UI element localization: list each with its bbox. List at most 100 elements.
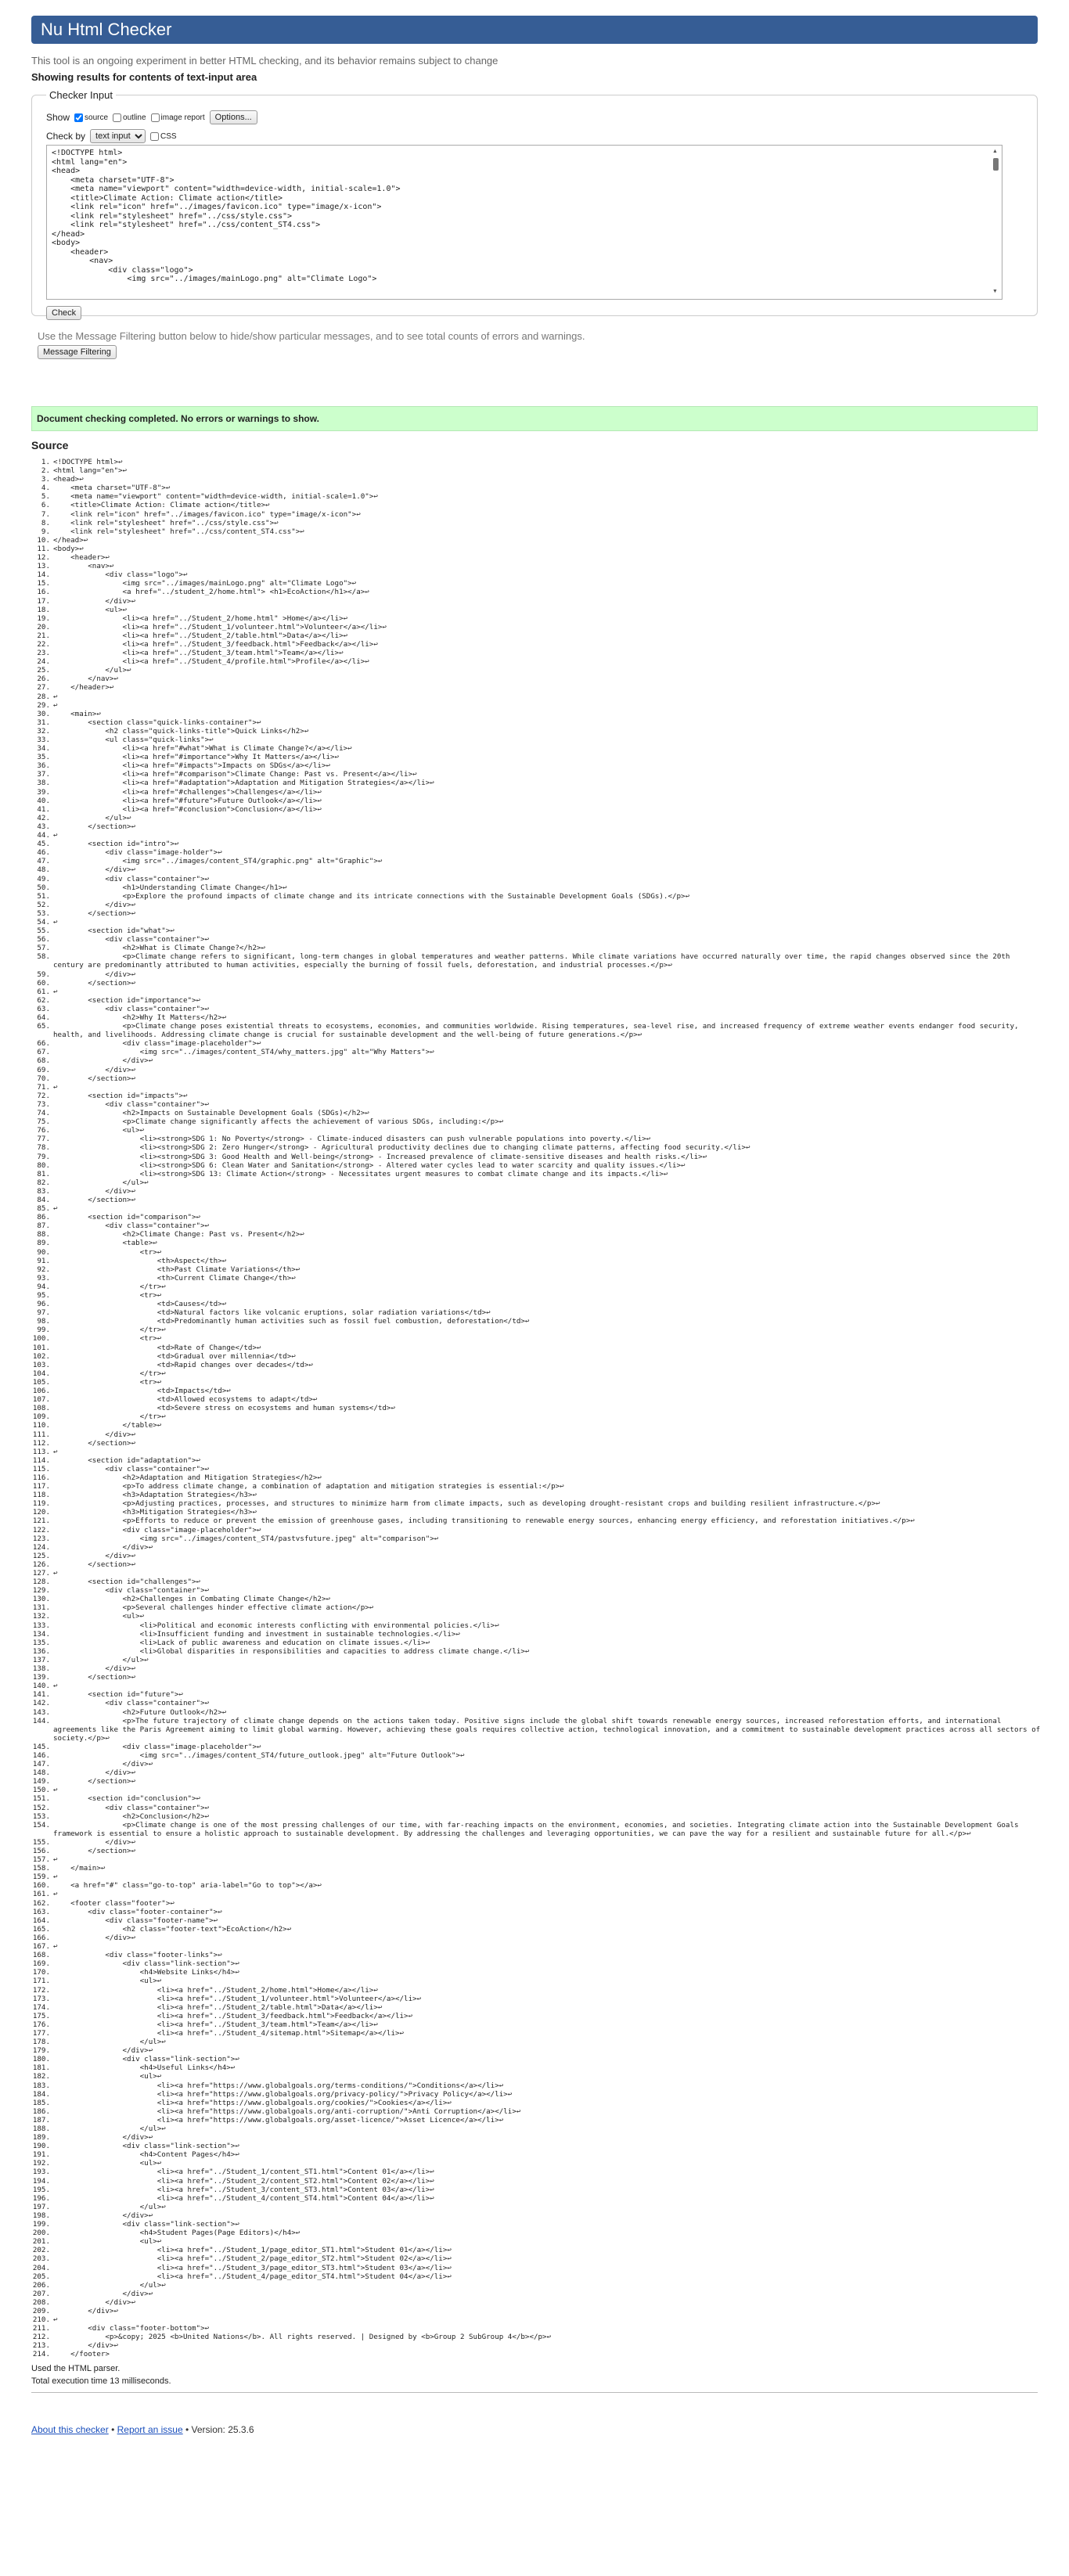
line-code: <li><a href="../Student_1/page_editor_ST… (53, 2246, 452, 2255)
line-code: ↩ (53, 1855, 58, 1865)
line-code: <p>The future trajectory of climate chan… (53, 1716, 1045, 1743)
line-number: 5. (41, 492, 50, 502)
message-filtering-text: Use the Message Filtering button below t… (38, 330, 585, 342)
source-line: 1. <!DOCTYPE html>↩ (31, 458, 1041, 466)
source-line: 4. <meta charset="UTF-8">↩ (31, 484, 1041, 492)
source-line: 172. <li><a href="../Student_2/home.html… (31, 1986, 1041, 1995)
line-number: 23. (37, 649, 50, 658)
source-line: 111. </div>↩ (31, 1430, 1041, 1439)
line-number: 11. (37, 544, 50, 553)
line-number: 208. (32, 2297, 50, 2307)
line-code: <main>↩ (53, 709, 101, 718)
source-line: 134. <li>Insufficient funding and invest… (31, 1630, 1041, 1639)
line-code: <td>Gradual over millennia</td>↩ (53, 1351, 296, 1361)
text-input-editor[interactable]: <!DOCTYPE html> <html lang="en"> <head> … (46, 145, 1002, 300)
line-number: 168. (32, 1951, 50, 1960)
line-code: <div class="link-section">↩ (53, 2055, 239, 2064)
line-number: 112. (32, 1438, 50, 1448)
message-filtering-button[interactable]: Message Filtering (38, 345, 117, 359)
css-option[interactable]: CSS (150, 131, 177, 141)
source-line: 2. <html lang="en">↩ (31, 466, 1041, 475)
line-number: 165. (32, 1924, 50, 1934)
check-by-select[interactable]: text input (90, 129, 146, 143)
source-line: 11. <body>↩ (31, 545, 1041, 553)
source-line: 190. <div class="link-section">↩ (31, 2142, 1041, 2150)
check-button[interactable]: Check (46, 306, 82, 320)
line-number: 116. (32, 1473, 50, 1482)
line-code: </header>↩ (53, 683, 114, 693)
css-checkbox[interactable] (150, 131, 160, 141)
line-number: 104. (32, 1369, 50, 1378)
report-issue-link[interactable]: Report an issue (117, 2424, 183, 2435)
line-code: <html lang="en">↩ (53, 466, 128, 476)
source-line: 27. </header>↩ (31, 683, 1041, 692)
line-code: <tr>↩ (53, 1291, 162, 1300)
source-line: 38. <li><a href="#adaptation">Adaptation… (31, 779, 1041, 787)
line-code: </ul>↩ (53, 2280, 166, 2290)
scroll-down-icon[interactable]: ▼ (992, 289, 998, 294)
about-checker-link[interactable]: About this checker (31, 2424, 109, 2435)
line-code: <link rel="stylesheet" href="../css/cont… (53, 527, 304, 536)
editor-scrollbar[interactable]: ▲ ▼ (992, 149, 1000, 294)
source-line: 53. </section>↩ (31, 909, 1041, 918)
source-line: 72. <section id="impacts">↩ (31, 1092, 1041, 1100)
line-number: 103. (32, 1360, 50, 1369)
line-number: 1. (41, 458, 50, 466)
show-outline-option[interactable]: outline (113, 113, 146, 122)
intro-text: This tool is an ongoing experiment in be… (31, 55, 499, 67)
source-line: 170. <h4>Website Links</h4>↩ (31, 1968, 1041, 1977)
line-code: </div>↩ (53, 2297, 136, 2307)
line-code: <div class="footer-name">↩ (53, 1916, 218, 1925)
line-number: 32. (37, 726, 50, 736)
source-line: 117. <p>To address climate change, a com… (31, 1482, 1041, 1491)
source-line: 151. <section id="conclusion">↩ (31, 1794, 1041, 1803)
line-code: <li>Global disparities in responsibiliti… (53, 1646, 530, 1656)
line-code: ↩ (53, 1082, 58, 1092)
line-number: 119. (32, 1499, 50, 1509)
source-line: 191. <h4>Content Pages</h4>↩ (31, 2150, 1041, 2159)
line-code: <section class="quick-links-container">↩ (53, 718, 261, 727)
scrollbar-thumb[interactable] (993, 158, 999, 171)
source-line: 58. <p>Climate change refers to signific… (31, 952, 1041, 970)
line-number: 15. (37, 579, 50, 588)
line-number: 22. (37, 639, 50, 649)
editor-text[interactable]: <!DOCTYPE html> <html lang="en"> <head> … (47, 146, 1002, 299)
show-image-report-checkbox[interactable] (150, 113, 160, 122)
source-line: 187. <li><a href="https://www.globalgoal… (31, 2116, 1041, 2124)
source-line: 180. <div class="link-section">↩ (31, 2055, 1041, 2063)
line-number: 149. (32, 1777, 50, 1786)
options-button[interactable]: Options... (209, 110, 257, 124)
show-source-checkbox[interactable] (74, 113, 84, 122)
source-line: 97. <td>Natural factors like volcanic er… (31, 1308, 1041, 1317)
line-number: 28. (37, 692, 50, 701)
line-number: 128. (32, 1578, 50, 1587)
line-code: <meta name="viewport" content="width=dev… (53, 492, 378, 502)
source-line: 44. ↩ (31, 831, 1041, 840)
source-line: 202. <li><a href="../Student_1/page_edit… (31, 2246, 1041, 2254)
line-code: <li>Insufficient funding and investment … (53, 1629, 460, 1639)
source-line: 197. </ul>↩ (31, 2203, 1041, 2211)
line-number: 210. (32, 2315, 50, 2325)
show-outline-checkbox[interactable] (113, 113, 122, 122)
line-code: <meta charset="UTF-8">↩ (53, 484, 171, 493)
source-line: 118. <h3>Adaptation Strategies</h3>↩ (31, 1491, 1041, 1499)
scroll-up-icon[interactable]: ▲ (992, 149, 998, 154)
line-code: </footer> (53, 2350, 110, 2359)
line-code: </div>↩ (53, 1664, 136, 1674)
source-line: 56. <div class="container">↩ (31, 935, 1041, 944)
line-code: <div class="footer-bottom">↩ (53, 2324, 210, 2333)
show-image-report-option[interactable]: image report (150, 113, 205, 122)
line-number: 86. (37, 1213, 50, 1222)
line-code: <link rel="icon" href="../images/favicon… (53, 509, 361, 519)
source-line: 213. </div>↩ (31, 2341, 1041, 2350)
source-line: 3. <head>↩ (31, 475, 1041, 484)
line-number: 139. (32, 1673, 50, 1682)
source-line: 14. <div class="logo">↩ (31, 570, 1041, 579)
source-line: 12. <header>↩ (31, 553, 1041, 562)
line-code: </div>↩ (53, 1760, 153, 1769)
line-code: <li><a href="https://www.globalgoals.org… (53, 2106, 521, 2116)
line-code: <li><a href="../Student_3/content_ST3.ht… (53, 2185, 434, 2194)
show-source-option[interactable]: source (74, 113, 108, 122)
line-number: 207. (32, 2289, 50, 2298)
source-line: 154. <p>Climate change is one of the mos… (31, 1821, 1041, 1838)
